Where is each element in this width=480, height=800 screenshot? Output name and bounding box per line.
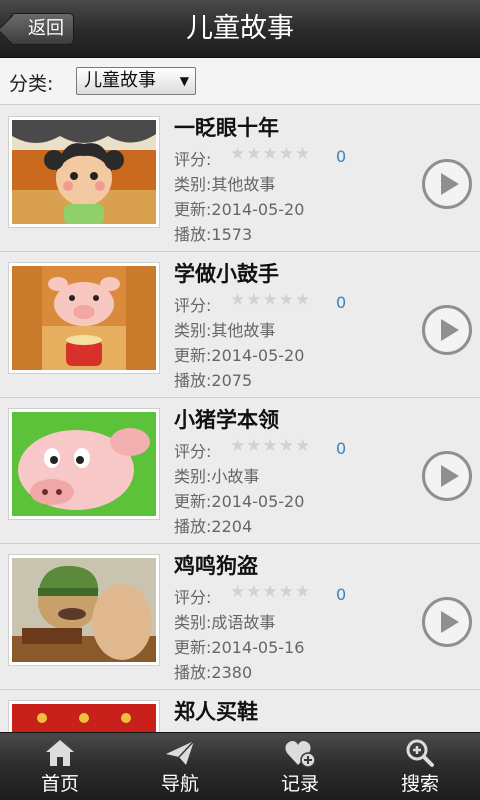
plays-value: 2380: [211, 663, 253, 682]
plays-value: 2075: [211, 371, 253, 390]
rating-label: 评分:: [174, 150, 212, 169]
story-thumbnail[interactable]: [8, 262, 160, 374]
tab-navigation-label: 导航: [160, 773, 199, 795]
category-label: 类别:: [174, 467, 212, 486]
bottom-tab-bar: 首页 导航 记录 搜索: [0, 732, 480, 800]
category-label: 类别:: [174, 613, 212, 632]
plays-value: 2204: [211, 517, 253, 536]
story-thumbnail-image: [12, 558, 156, 662]
updated-label: 更新:: [174, 346, 212, 365]
rating-label: 评分:: [174, 442, 212, 461]
story-thumbnail-image: [12, 266, 156, 370]
story-row[interactable]: 学做小鼓手 评分: ★★★★★ 0 类别:其他故事 更新:2014-05-20 …: [0, 252, 480, 398]
title-bar: 返回 儿童故事: [0, 0, 480, 58]
play-icon[interactable]: [422, 597, 472, 647]
updated-value: 2014-05-20: [211, 346, 305, 365]
home-icon: [46, 740, 74, 766]
updated-label: 更新:: [174, 492, 212, 511]
dropdown-arrow-icon: ▼: [179, 74, 189, 88]
rating-label: 评分:: [174, 588, 212, 607]
rating-score: 0: [336, 585, 347, 604]
tab-search-label: 搜索: [400, 773, 439, 795]
tab-home[interactable]: 首页: [0, 733, 120, 800]
category-select-value: 儿童故事: [84, 70, 156, 91]
category-label: 类别:: [174, 175, 212, 194]
story-title: 小猪学本领: [174, 408, 279, 432]
updated-line: 更新:2014-05-20: [174, 196, 304, 220]
category-value: 小故事: [211, 467, 260, 486]
story-thumbnail[interactable]: [8, 554, 160, 666]
rating-score: 0: [336, 147, 347, 166]
story-title: 鸡鸣狗盗: [174, 554, 258, 578]
category-line: 类别:其他故事: [174, 171, 275, 195]
rating-stars: ★★★★★: [230, 436, 312, 456]
story-title: 一眨眼十年: [174, 116, 279, 140]
story-row[interactable]: 小猪学本领 评分: ★★★★★ 0 类别:小故事 更新:2014-05-20 播…: [0, 398, 480, 544]
category-value: 其他故事: [211, 175, 276, 194]
plays-label: 播放:: [174, 517, 212, 536]
play-icon[interactable]: [422, 305, 472, 355]
story-thumbnail[interactable]: [8, 116, 160, 228]
zoom-in-icon: [406, 739, 434, 767]
story-list: 一眨眼十年 评分: ★★★★★ 0 类别:其他故事 更新:2014-05-20 …: [0, 106, 480, 732]
filter-label: 分类:: [9, 73, 54, 95]
story-thumbnail[interactable]: [8, 700, 160, 732]
updated-label: 更新:: [174, 638, 212, 657]
rating-score: 0: [336, 439, 347, 458]
tab-navigation[interactable]: 导航: [120, 733, 240, 800]
page-title: 儿童故事: [186, 13, 294, 44]
story-row[interactable]: 郑人买鞋: [0, 690, 480, 732]
plays-line: 播放:2204: [174, 513, 252, 537]
category-line: 类别:其他故事: [174, 317, 275, 341]
rating-stars: ★★★★★: [230, 144, 312, 164]
category-select[interactable]: 儿童故事 ▼: [76, 67, 196, 95]
paper-plane-icon: [166, 740, 195, 765]
updated-value: 2014-05-16: [211, 638, 305, 657]
play-icon[interactable]: [422, 451, 472, 501]
category-line: 类别:成语故事: [174, 609, 275, 633]
story-title: 郑人买鞋: [174, 700, 258, 724]
story-thumbnail-image: [12, 704, 156, 732]
category-value: 其他故事: [211, 321, 276, 340]
rating-stars: ★★★★★: [230, 582, 312, 602]
rating-score: 0: [336, 293, 347, 312]
category-value: 成语故事: [211, 613, 276, 632]
filter-bar: 分类: 儿童故事 ▼: [0, 58, 480, 105]
story-thumbnail-image: [12, 412, 156, 516]
rating-label: 评分:: [174, 296, 212, 315]
heart-plus-icon: [285, 741, 316, 768]
updated-line: 更新:2014-05-20: [174, 342, 304, 366]
play-icon[interactable]: [422, 159, 472, 209]
plays-label: 播放:: [174, 225, 212, 244]
updated-line: 更新:2014-05-20: [174, 488, 304, 512]
story-row[interactable]: 一眨眼十年 评分: ★★★★★ 0 类别:其他故事 更新:2014-05-20 …: [0, 106, 480, 252]
updated-label: 更新:: [174, 200, 212, 219]
story-thumbnail[interactable]: [8, 408, 160, 520]
plays-label: 播放:: [174, 371, 212, 390]
plays-line: 播放:1573: [174, 221, 252, 245]
story-title: 学做小鼓手: [174, 262, 279, 286]
plays-value: 1573: [211, 225, 253, 244]
category-line: 类别:小故事: [174, 463, 259, 487]
updated-value: 2014-05-20: [211, 492, 305, 511]
plays-label: 播放:: [174, 663, 212, 682]
category-label: 类别:: [174, 321, 212, 340]
story-thumbnail-image: [12, 120, 156, 224]
tab-history[interactable]: 记录: [240, 733, 360, 800]
rating-stars: ★★★★★: [230, 290, 312, 310]
plays-line: 播放:2075: [174, 367, 252, 391]
tab-home-label: 首页: [40, 773, 79, 795]
plays-line: 播放:2380: [174, 659, 252, 683]
updated-line: 更新:2014-05-16: [174, 634, 304, 658]
tab-search[interactable]: 搜索: [360, 733, 480, 800]
story-row[interactable]: 鸡鸣狗盗 评分: ★★★★★ 0 类别:成语故事 更新:2014-05-16 播…: [0, 544, 480, 690]
tab-history-label: 记录: [280, 773, 319, 795]
updated-value: 2014-05-20: [211, 200, 305, 219]
